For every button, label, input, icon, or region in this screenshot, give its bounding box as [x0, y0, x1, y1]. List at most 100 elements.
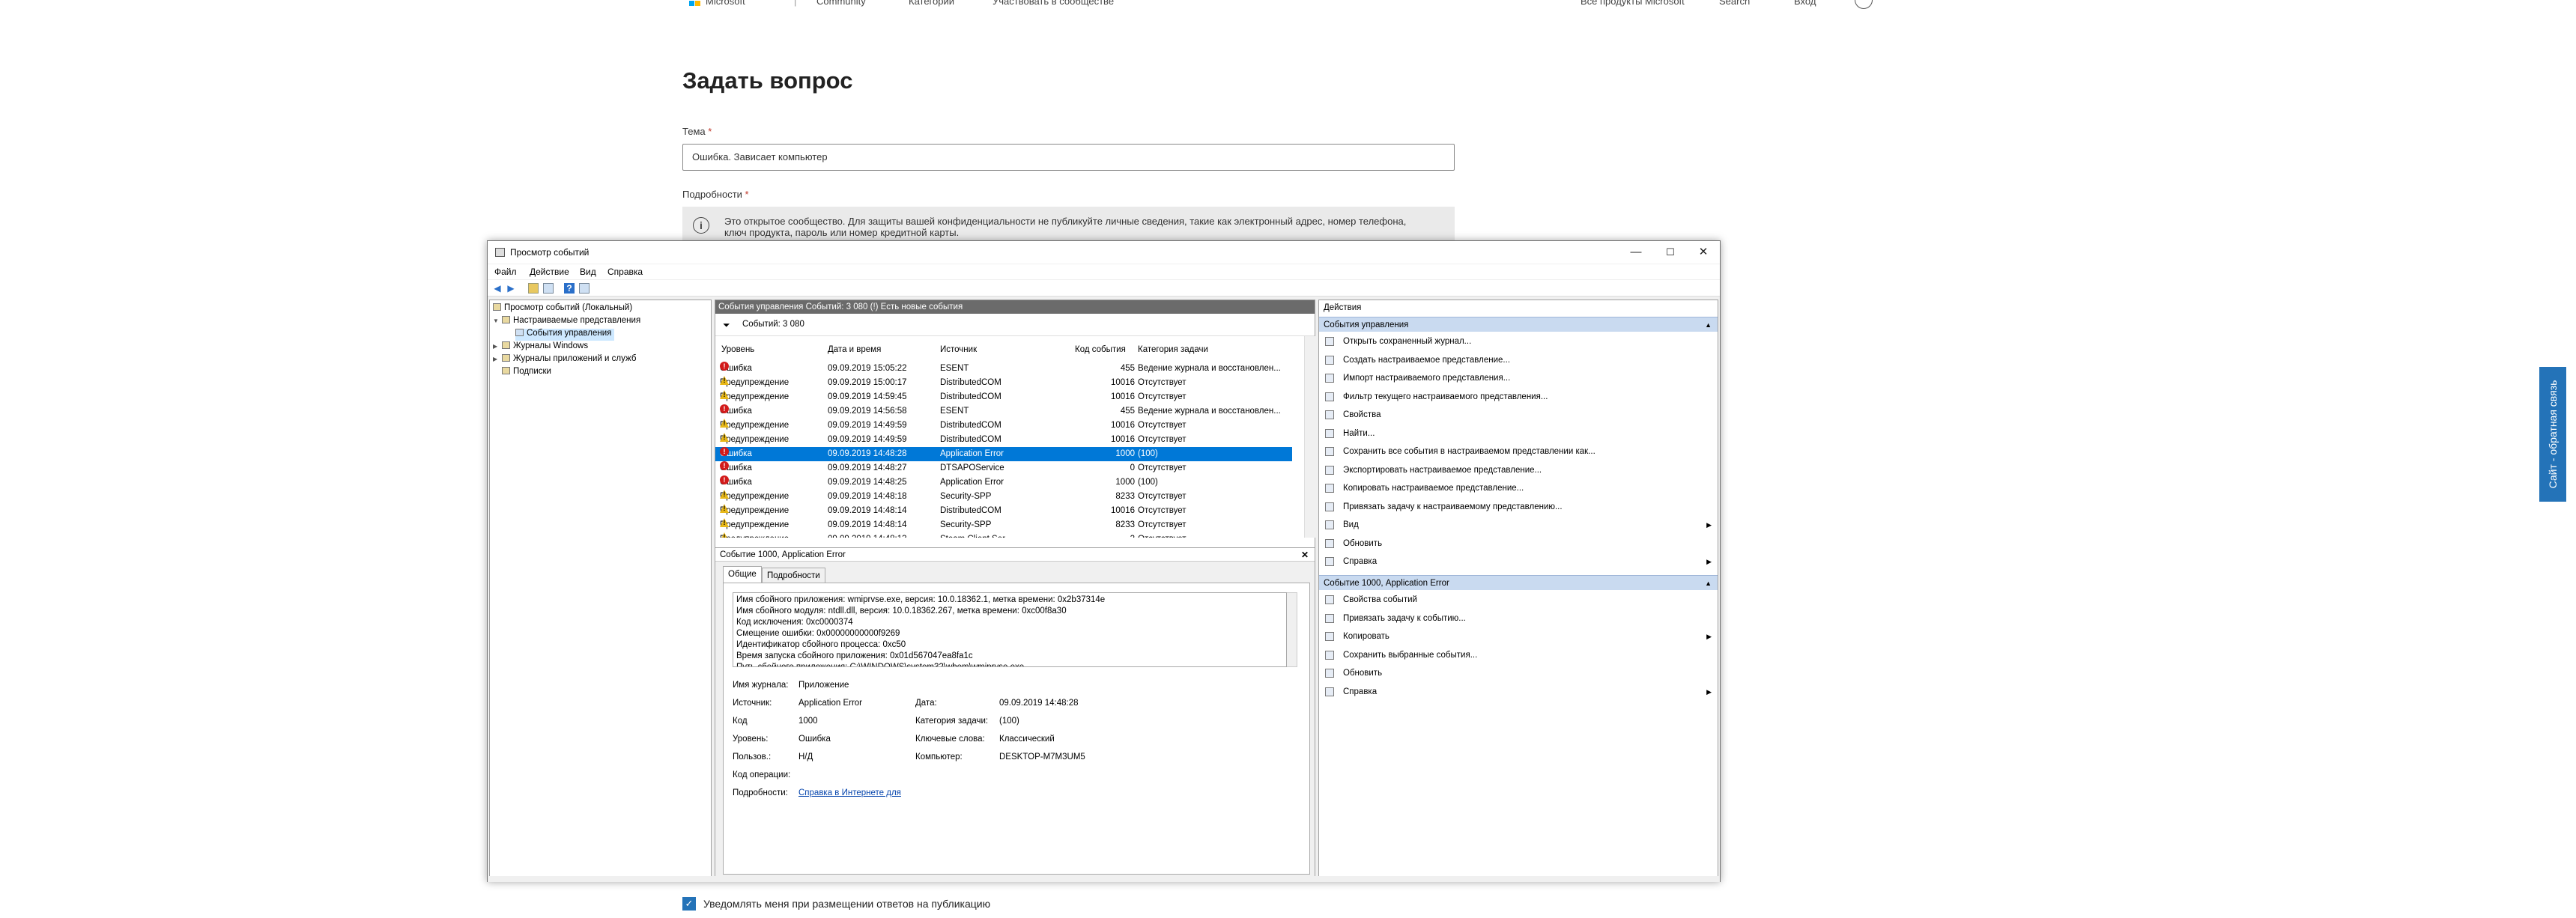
- community-link[interactable]: Community: [816, 0, 866, 7]
- action-item[interactable]: Справка ▶: [1319, 553, 1718, 571]
- events-scrollbar[interactable]: [1304, 336, 1315, 538]
- level-cell: !Предупреждение: [720, 518, 789, 532]
- source-cell: Security-SPP: [940, 492, 992, 501]
- nav-categories[interactable]: Категории: [909, 0, 954, 7]
- action-item[interactable]: Открыть сохраненный журнал...: [1319, 332, 1718, 350]
- action-item[interactable]: Вид ▶: [1319, 516, 1718, 534]
- col-task[interactable]: Категория задачи: [1138, 345, 1208, 354]
- table-row[interactable]: ! Предупреждение 09.09.2019 15:00:17 Distri…: [715, 376, 1292, 390]
- table-row[interactable]: ! Предупреждение 09.09.2019 14:49:59 Distri…: [715, 433, 1292, 447]
- info-icon: i: [693, 217, 709, 234]
- close-icon[interactable]: ✕: [1301, 548, 1309, 562]
- col-level[interactable]: Уровень: [721, 345, 754, 354]
- tree-app-service-logs[interactable]: ▶ Журналы приложений и служб: [493, 354, 636, 366]
- window-titlebar[interactable]: Просмотр событий — ☐ ✕: [488, 241, 1720, 264]
- collapse-icon[interactable]: ▲: [1705, 576, 1712, 591]
- help-icon[interactable]: ?: [564, 283, 575, 294]
- console-tree-icon[interactable]: [543, 283, 554, 294]
- col-datetime[interactable]: Дата и время: [828, 345, 881, 354]
- maximize-button[interactable]: ☐: [1655, 244, 1685, 261]
- action-item[interactable]: Создать настраиваемое представление...: [1319, 351, 1718, 369]
- event-id-cell: 1000: [1115, 449, 1135, 458]
- action-item[interactable]: Справка ▶: [1319, 683, 1718, 701]
- back-icon[interactable]: ◀: [492, 283, 503, 294]
- tree-admin-events[interactable]: События управления: [515, 329, 615, 341]
- datetime-cell: 09.09.2019 14:49:59: [828, 435, 907, 444]
- table-row[interactable]: ! Предупреждение 09.09.2019 14:48:14 Distri…: [715, 504, 1292, 518]
- event-description[interactable]: Имя сбойного приложения: wmiprvse.exe, в…: [733, 592, 1287, 667]
- menu-view[interactable]: Вид: [580, 267, 596, 277]
- expand-icon[interactable]: ▶: [493, 356, 500, 362]
- action-pane-icon[interactable]: [579, 283, 590, 294]
- log-name-value: Приложение: [798, 681, 849, 690]
- tab-general[interactable]: Общие: [723, 566, 762, 583]
- col-source[interactable]: Источник: [940, 345, 977, 354]
- table-row[interactable]: ! Ошибка 09.09.2019 14:48:27 DTSAPOService 0…: [715, 461, 1292, 475]
- avatar[interactable]: [1855, 0, 1873, 9]
- menu-help[interactable]: Справка: [607, 267, 643, 277]
- action-item[interactable]: Привязать задачу к событию...: [1319, 610, 1718, 627]
- tree-subscriptions[interactable]: Подписки: [502, 367, 551, 379]
- action-item[interactable]: Экспортировать настраиваемое представлен…: [1319, 461, 1718, 479]
- table-row[interactable]: ! Предупреждение 09.09.2019 14:49:59 Distri…: [715, 419, 1292, 433]
- action-item[interactable]: Копировать настраиваемое представление..…: [1319, 479, 1718, 497]
- table-row[interactable]: ! Ошибка 09.09.2019 14:48:28 Application Er…: [715, 447, 1292, 461]
- folder-icon[interactable]: [528, 283, 539, 294]
- table-row[interactable]: ! Ошибка 09.09.2019 14:48:25 Application Er…: [715, 475, 1292, 490]
- tree-root[interactable]: Просмотр событий (Локальный): [493, 303, 632, 315]
- action-item[interactable]: Копировать ▶: [1319, 627, 1718, 645]
- microsoft-logo-icon[interactable]: [689, 0, 701, 6]
- description-line: Имя сбойного приложения: wmiprvse.exe, в…: [736, 595, 1106, 604]
- close-button[interactable]: ✕: [1688, 244, 1718, 261]
- collapse-icon[interactable]: ▲: [1705, 317, 1712, 332]
- table-row[interactable]: ! Предупреждение 09.09.2019 14:48:18 Securi…: [715, 490, 1292, 504]
- action-item[interactable]: Сохранить выбранные события...: [1319, 646, 1718, 664]
- action-item[interactable]: Обновить: [1319, 535, 1718, 553]
- notify-checkbox[interactable]: ✓: [682, 897, 696, 911]
- subject-input[interactable]: Ошибка. Зависает компьютер: [682, 144, 1455, 171]
- expand-icon[interactable]: ▶: [493, 343, 500, 350]
- task-icon: [1325, 502, 1334, 511]
- action-item[interactable]: Свойства: [1319, 406, 1718, 424]
- action-item[interactable]: Импорт настраиваемого представления...: [1319, 369, 1718, 387]
- table-row[interactable]: ! Предупреждение 09.09.2019 14:59:45 Distri…: [715, 390, 1292, 404]
- task-cell: Отсутствует: [1138, 435, 1187, 444]
- event-id-cell: 8233: [1115, 492, 1135, 501]
- nav-search[interactable]: Search: [1719, 0, 1750, 7]
- table-row[interactable]: ! Ошибка 09.09.2019 14:56:58 ESENT 455 Ведени…: [715, 404, 1292, 419]
- col-event-id[interactable]: Код события: [1075, 345, 1126, 354]
- field-label: Имя журнала:: [733, 681, 789, 690]
- tab-details[interactable]: Подробности: [762, 568, 825, 583]
- level-cell: ! Ошибка: [720, 404, 752, 419]
- action-item[interactable]: Привязать задачу к настраиваемому предст…: [1319, 498, 1718, 516]
- actions-section-event[interactable]: Событие 1000, Application Error ▲: [1319, 575, 1718, 590]
- table-row[interactable]: !Предупреждение 09.09.2019 14:48:13 Steam …: [715, 532, 1292, 538]
- forward-icon[interactable]: ▶: [506, 283, 516, 294]
- tree-windows-logs[interactable]: ▶ Журналы Windows: [493, 341, 588, 353]
- actions-section-admin-events[interactable]: События управления ▲: [1319, 317, 1718, 332]
- action-item[interactable]: Обновить: [1319, 664, 1718, 682]
- nav-all-products[interactable]: Все продукты Microsoft: [1581, 0, 1685, 7]
- datetime-cell: 09.09.2019 14:59:45: [828, 392, 907, 401]
- menu-action[interactable]: Действие: [530, 267, 569, 277]
- nav-participate[interactable]: Участвовать в сообществе: [992, 0, 1114, 7]
- nav-account[interactable]: Вход: [1794, 0, 1816, 7]
- action-item[interactable]: Фильтр текущего настраиваемого представл…: [1319, 388, 1718, 406]
- online-help-link[interactable]: Справка в Интернете для: [798, 788, 901, 797]
- table-row[interactable]: ! Ошибка 09.09.2019 15:05:22 ESENT 455 Ведени…: [715, 362, 1292, 376]
- tree-custom-views[interactable]: ▼ Настраиваемые представления: [493, 316, 640, 328]
- table-row[interactable]: ! Предупреждение 09.09.2019 14:48:14 Securi…: [715, 518, 1292, 532]
- menu-file[interactable]: Файл: [494, 267, 517, 277]
- action-item[interactable]: Сохранить все события в настраиваемом пр…: [1319, 443, 1718, 460]
- action-label: Справка: [1343, 557, 1378, 566]
- brand-link[interactable]: Microsoft: [706, 0, 745, 7]
- action-item[interactable]: Свойства событий: [1319, 591, 1718, 609]
- minimize-button[interactable]: —: [1621, 244, 1651, 261]
- feedback-tab[interactable]: Сайт - обратная связь: [2539, 367, 2566, 502]
- collapse-icon[interactable]: ▼: [493, 317, 500, 324]
- task-value: (100): [999, 717, 1019, 726]
- events-table: Уровень Дата и время Источник Код событи…: [715, 336, 1304, 538]
- error-icon: !: [720, 447, 729, 456]
- description-scrollbar[interactable]: [1287, 592, 1297, 667]
- action-item[interactable]: Найти...: [1319, 425, 1718, 443]
